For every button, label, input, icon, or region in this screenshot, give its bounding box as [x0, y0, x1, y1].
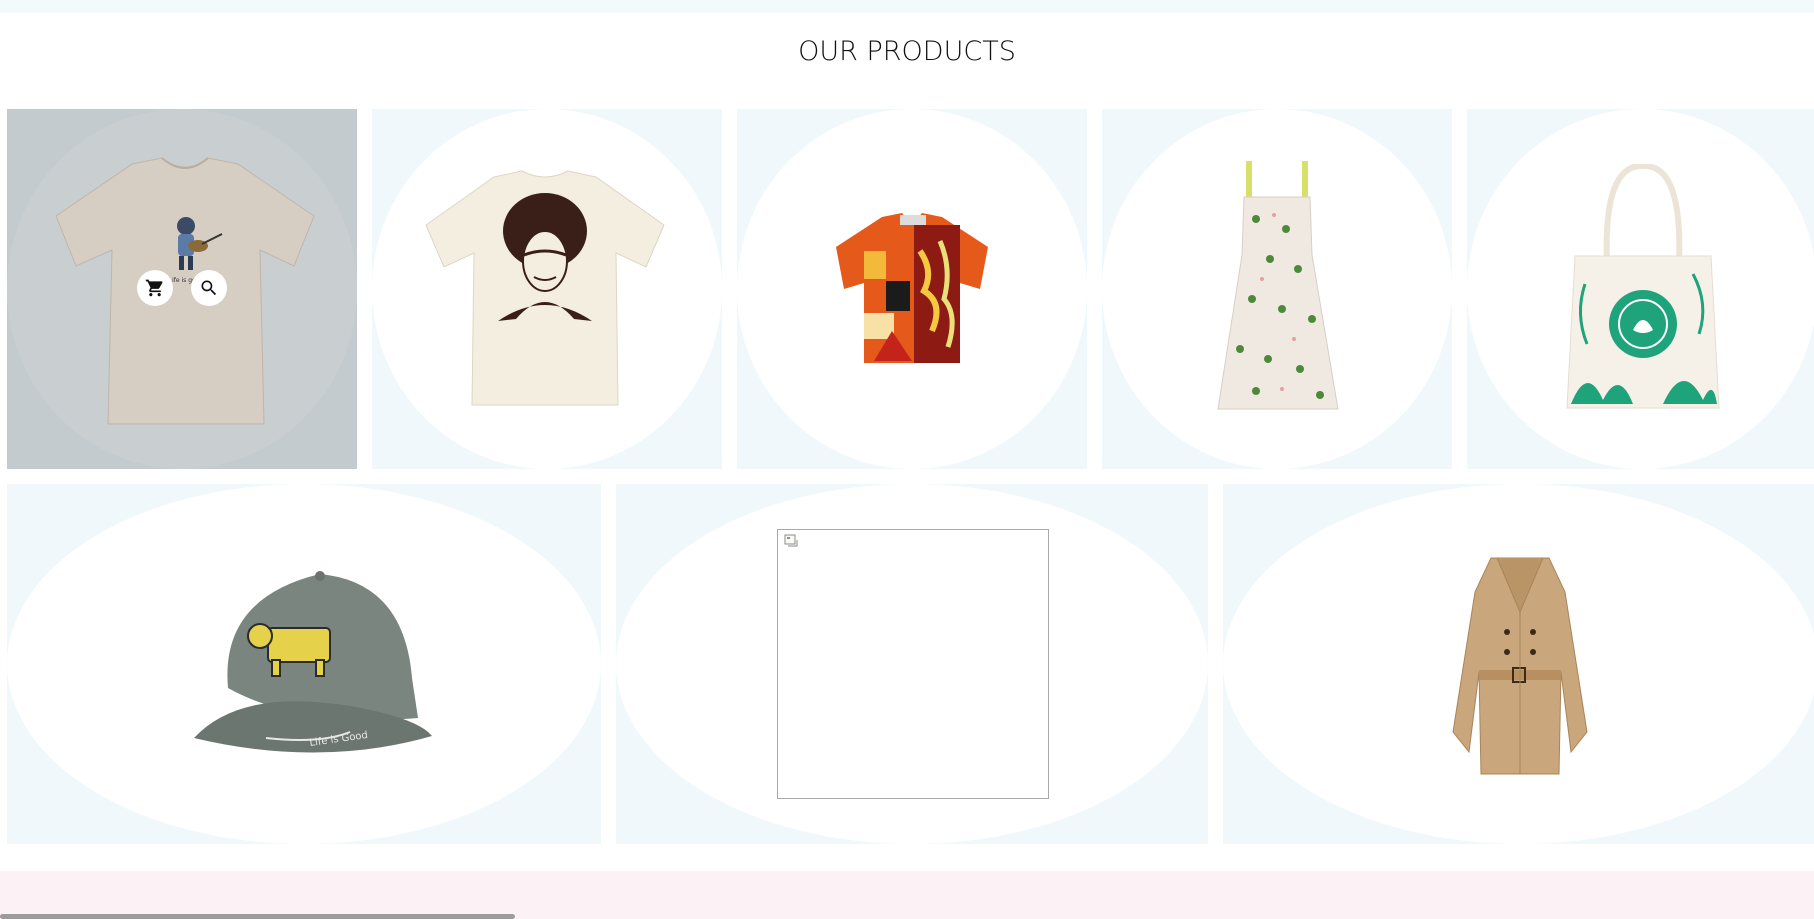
product-card-floral-dress[interactable]: [1102, 109, 1452, 469]
search-icon: [201, 280, 217, 296]
cap-image: Life is Good: [194, 571, 432, 753]
quick-view-button[interactable]: [191, 270, 227, 306]
broken-image-placeholder: [777, 529, 1049, 799]
product-card-tshirt-beige[interactable]: Life is good: [7, 109, 357, 469]
tshirt-portrait-image: [425, 170, 665, 406]
cart-icon: [145, 279, 163, 297]
product-card-patterned-shirt[interactable]: [737, 109, 1087, 469]
horizontal-scrollbar[interactable]: [0, 914, 515, 919]
add-to-cart-button[interactable]: [137, 270, 173, 306]
product-card-tshirt-cream[interactable]: [372, 109, 722, 469]
product-card-tote-bag[interactable]: [1467, 109, 1814, 469]
top-strip: [0, 0, 1814, 13]
product-card-cap[interactable]: Life is Good: [7, 484, 601, 844]
patterned-shirt-image: [836, 213, 988, 363]
product-card-missing-image[interactable]: [616, 484, 1208, 844]
tote-bag-image: [1566, 164, 1720, 409]
tshirt-beige-image: Life is good: [55, 157, 315, 425]
footer-band: [0, 871, 1814, 919]
floral-dress-image: [1217, 161, 1339, 410]
product-card-trench-coat[interactable]: [1223, 484, 1814, 844]
broken-image-icon: [784, 534, 798, 547]
section-title: OUR PRODUCTS: [798, 36, 1016, 67]
trench-coat-image: [1452, 557, 1588, 775]
